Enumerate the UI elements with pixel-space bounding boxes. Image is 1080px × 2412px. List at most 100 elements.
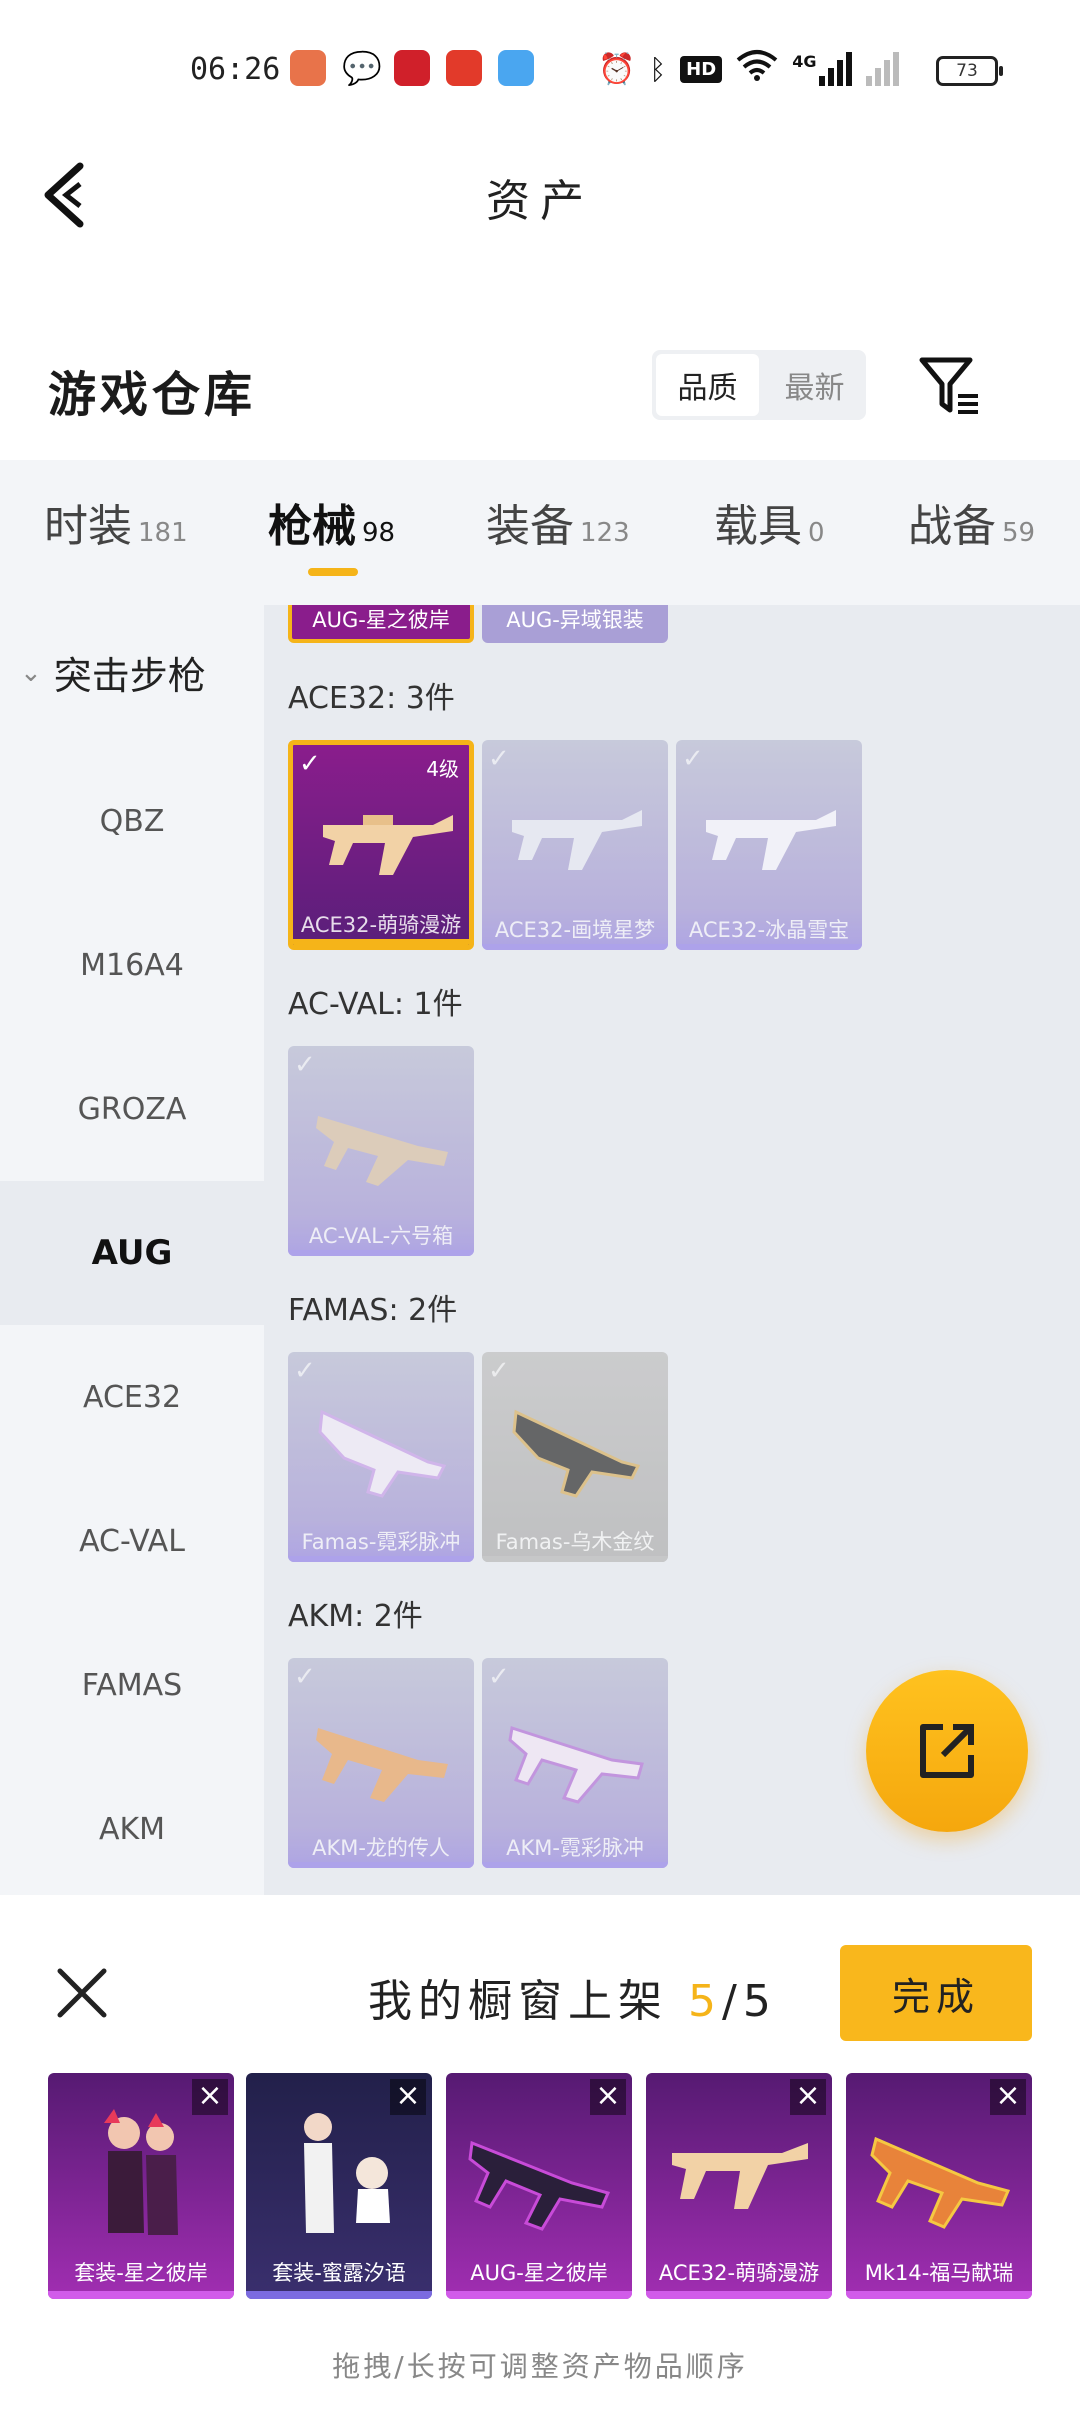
tab-supplies[interactable]: 战备 59: [908, 490, 1035, 554]
rifle-icon: [316, 1116, 448, 1186]
tab-count: 181: [138, 518, 188, 548]
check-icon: ✓: [488, 1356, 510, 1386]
item-card[interactable]: ✓ AC-VAL-六号箱: [288, 1046, 474, 1256]
item-card[interactable]: ✓ Famas-霓彩脉冲: [288, 1352, 474, 1562]
chevron-down-icon: ⌄: [20, 657, 42, 688]
rifle-icon: [512, 1409, 641, 1498]
close-icon: [57, 1968, 107, 2018]
hd-badge: HD: [680, 55, 723, 83]
sidebar-item-famas[interactable]: FAMAS: [0, 1613, 264, 1757]
check-icon: ✓: [488, 744, 510, 774]
wifi-icon: [736, 48, 778, 90]
close-button[interactable]: [56, 1967, 108, 2019]
rarity-bar: [293, 939, 469, 945]
item-card[interactable]: ✓ Famas-乌木金纹: [482, 1352, 668, 1562]
item-name: AC-VAL-六号箱: [308, 1224, 454, 1248]
sidebar-item-akm[interactable]: AKM: [0, 1757, 264, 1901]
remove-item-button[interactable]: ×: [192, 2079, 228, 2115]
rifle-icon: [706, 810, 836, 870]
app-icon-yuan: [290, 50, 326, 86]
outfit-icon: [304, 2113, 390, 2233]
check-icon: ✓: [299, 749, 321, 779]
page-title: 资产: [486, 176, 594, 227]
item-name: ACE32-画境星梦: [494, 918, 656, 942]
showcase-item[interactable]: × ACE32-萌骑漫游: [646, 2073, 832, 2299]
rarity-bar: [48, 2291, 234, 2299]
item-card[interactable]: ✓ ACE32-画境星梦: [482, 740, 668, 950]
showcase-item[interactable]: × Mk14-福马献瑞: [846, 2073, 1032, 2299]
item-name: AUG-星之彼岸: [470, 2261, 608, 2285]
tab-label: 时装: [44, 501, 132, 552]
item-name: Mk14-福马献瑞: [864, 2261, 1014, 2285]
remove-item-button[interactable]: ×: [990, 2079, 1026, 2115]
status-time: 06:26: [190, 52, 281, 87]
item-name: ACE32-冰晶雪宝: [688, 918, 850, 942]
signal-icon-2: [866, 52, 900, 86]
rifle-icon: [512, 810, 642, 870]
filter-icon: [919, 357, 978, 414]
sidebar-item-m16a4[interactable]: M16A4: [0, 893, 264, 1037]
item-card-selected[interactable]: ✓ 4级 ACE32-萌骑漫游: [288, 740, 474, 950]
share-icon: [920, 1724, 974, 1778]
item-card[interactable]: ✓ ACE32-冰晶雪宝: [676, 740, 862, 950]
sidebar-item-ace32[interactable]: ACE32: [0, 1325, 264, 1469]
group-label-ace32: ACE32: 3件: [288, 681, 455, 716]
tab-fashion[interactable]: 时装 181: [44, 490, 188, 554]
weapon-type-sidebar: ⌄ 突击步枪 QBZ M16A4 GROZA AUG ACE32 AC-VAL …: [0, 605, 264, 1895]
remove-item-button[interactable]: ×: [390, 2079, 426, 2115]
tab-count: 59: [1002, 518, 1036, 548]
section-title: 游戏仓库: [48, 367, 257, 423]
check-icon: ✓: [294, 1050, 316, 1080]
rarity-bar: [482, 1556, 668, 1562]
showcase-item[interactable]: × AUG-星之彼岸: [446, 2073, 632, 2299]
taobao-icon: [446, 50, 482, 86]
showcase-item[interactable]: × 套装-星之彼岸: [48, 2073, 234, 2299]
rarity-bar: [246, 2291, 432, 2299]
rifle-icon: [468, 2140, 611, 2231]
rarity-bar: [288, 1862, 474, 1868]
tab-label: 战备: [908, 501, 996, 552]
item-name: ACE32-萌骑漫游: [658, 2261, 820, 2285]
done-button[interactable]: 完成: [840, 1945, 1032, 2041]
remove-item-button[interactable]: ×: [790, 2079, 826, 2115]
tab-vehicles[interactable]: 载具 0: [714, 490, 825, 554]
rifle-icon: [870, 2136, 1011, 2229]
rarity-bar: [646, 2291, 832, 2299]
weather-icon: [498, 50, 534, 86]
filter-button[interactable]: [918, 356, 982, 416]
status-icons: ⏰ ᛒ HD 4G: [598, 48, 900, 90]
item-card-partial[interactable]: AUG-星之彼岸: [288, 605, 474, 643]
rifle-icon: [318, 1409, 447, 1498]
tab-equipment[interactable]: 装备 123: [486, 490, 630, 554]
check-icon: ✓: [488, 1662, 510, 1692]
sidebar-item-aug[interactable]: AUG: [0, 1181, 264, 1325]
sort-quality-button[interactable]: 品质: [656, 354, 759, 416]
remove-item-button[interactable]: ×: [590, 2079, 626, 2115]
sidebar-item-ac-val[interactable]: AC-VAL: [0, 1469, 264, 1613]
item-name: ACE32-萌骑漫游: [300, 913, 462, 937]
sidebar-group-assault-rifle[interactable]: ⌄ 突击步枪: [20, 645, 206, 700]
sidebar-item-groza[interactable]: GROZA: [0, 1037, 264, 1181]
sidebar-item-qbz[interactable]: QBZ: [0, 749, 264, 893]
battery-icon: 73: [936, 56, 1003, 86]
rarity-bar: [482, 1862, 668, 1868]
item-name: Famas-霓彩脉冲: [301, 1530, 461, 1554]
tab-label: 枪械: [268, 501, 356, 552]
showcase-item[interactable]: × 套装-蜜露汐语: [246, 2073, 432, 2299]
tab-guns[interactable]: 枪械 98: [268, 490, 395, 554]
wechat-icon: 💬: [342, 49, 382, 87]
rarity-bar: [288, 1250, 474, 1256]
item-card[interactable]: ✓ AKM-霓彩脉冲: [482, 1658, 668, 1868]
signal-icon: 4G: [792, 52, 853, 86]
share-button[interactable]: [866, 1670, 1028, 1832]
tab-label: 载具: [714, 501, 802, 552]
group-label-akm: AKM: 2件: [288, 1599, 423, 1634]
item-card-partial[interactable]: AUG-异域银装: [482, 605, 668, 643]
sort-newest-button[interactable]: 最新: [763, 350, 866, 420]
showcase-count-current: 5: [688, 1976, 722, 2027]
tab-count: 123: [580, 518, 630, 548]
app-icon-heart: [394, 50, 430, 86]
item-card[interactable]: ✓ AKM-龙的传人: [288, 1658, 474, 1868]
rifle-icon: [323, 815, 453, 875]
rifle-icon: [508, 1726, 644, 1804]
